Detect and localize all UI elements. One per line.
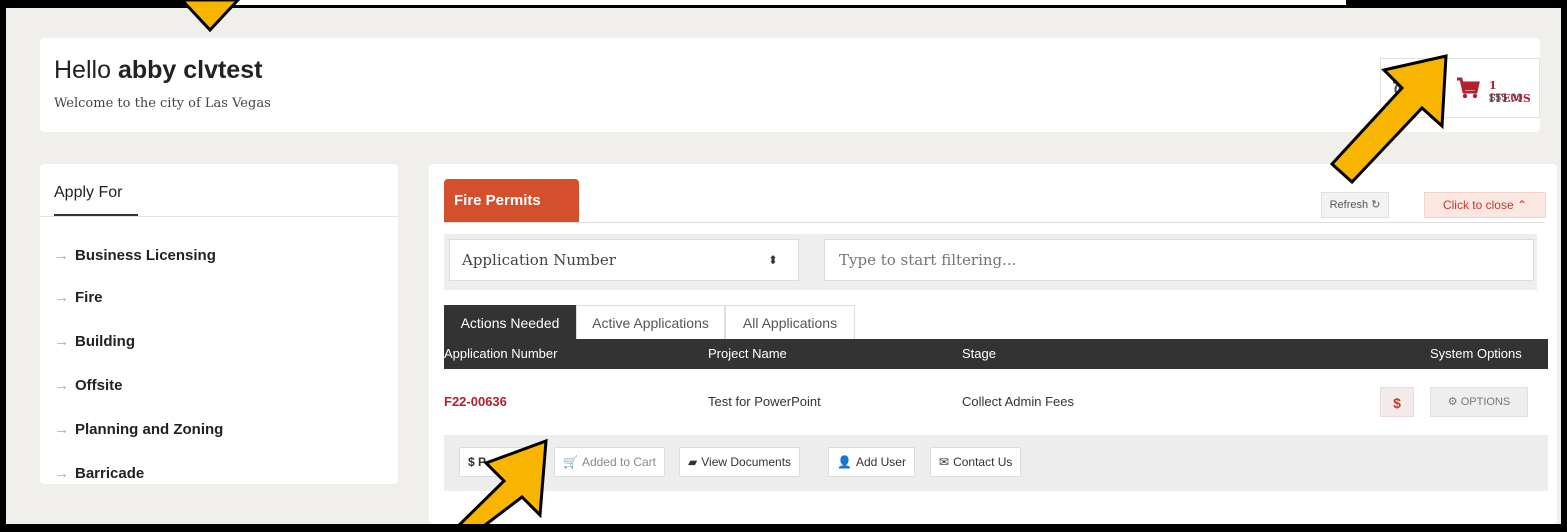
app-frame: Hello abby clvtest Welcome to the city o…: [0, 0, 1567, 532]
panel-divider: [444, 222, 1544, 223]
folder-icon: ▰: [688, 455, 698, 469]
fire-permits-tab[interactable]: Fire Permits: [444, 179, 579, 223]
application-number-link[interactable]: F22-00636: [444, 369, 507, 435]
options-label: OPTIONS: [1460, 396, 1511, 408]
add-user-label: Add User: [855, 455, 906, 469]
pay-fees-button[interactable]: $: [1380, 387, 1414, 417]
column-header-project-name: Project Name: [708, 346, 787, 361]
click-to-close-button[interactable]: Click to close ⌃: [1424, 192, 1546, 218]
tab-active-applications[interactable]: Active Applications: [576, 305, 725, 339]
sidebar-item-business-licensing[interactable]: → Business Licensing: [54, 244, 216, 268]
sidebar-item-planning-and-zoning[interactable]: → Planning and Zoning: [54, 418, 223, 442]
added-to-cart-button[interactable]: 🛒 Added to Cart: [554, 447, 665, 477]
sidebar-divider: [40, 216, 398, 217]
cart-icon: 🛒: [563, 455, 578, 469]
table-row: F22-00636 Test for PowerPoint Collect Ad…: [444, 369, 1548, 435]
envelope-icon: ✉: [939, 455, 950, 469]
stage: Collect Admin Fees: [962, 394, 1074, 409]
sort-caret-icon: ⬍: [767, 253, 778, 267]
refresh-icon: ↻: [1391, 75, 1413, 105]
user-name: abby clvtest: [117, 56, 263, 84]
header-card: Hello abby clvtest Welcome to the city o…: [40, 38, 1540, 132]
view-documents-button[interactable]: ▰ View Documents: [679, 447, 801, 477]
project-name: Test for PowerPoint: [708, 394, 821, 409]
gears-icon: ⚙: [1447, 396, 1458, 408]
table-header: Application Number Project Name Stage Sy…: [444, 339, 1548, 369]
sidebar-item-label: Barricade: [75, 465, 145, 482]
welcome-text: Welcome to the city of Las Vegas: [54, 96, 271, 111]
added-to-cart-label: Added to Cart: [581, 455, 656, 469]
sidebar-item-label: Offsite: [75, 377, 123, 394]
cart-button[interactable]: 1 ITEMS $55.00: [1442, 58, 1540, 118]
top-border-highlight: [218, 0, 1346, 5]
tab-all-applications[interactable]: All Applications: [725, 305, 855, 339]
header-refresh-button[interactable]: ↻: [1380, 58, 1436, 118]
sidebar-item-label: Fire: [75, 289, 103, 306]
right-arrow-icon: →: [54, 247, 69, 264]
sidebar-item-label: Business Licensing: [75, 247, 216, 264]
filter-field-select[interactable]: Application Number ⬍: [449, 239, 799, 281]
user-plus-icon: 👤: [837, 455, 852, 469]
top-border-strip: [0, 0, 1567, 8]
filter-select-value: Application Number: [462, 251, 616, 269]
sidebar-item-label: Planning and Zoning: [75, 421, 224, 438]
sidebar-item-building[interactable]: → Building: [54, 330, 135, 354]
options-button[interactable]: ⚙ OPTIONS: [1430, 387, 1528, 417]
filter-input[interactable]: [824, 239, 1534, 281]
column-header-stage: Stage: [962, 346, 996, 361]
right-arrow-icon: →: [54, 377, 69, 394]
sidebar-item-label: Building: [75, 333, 135, 350]
sidebar-underline: [54, 214, 138, 216]
row-action-bar: $ P 🛒 Added to Cart ▰ View Documents 👤 Add …: [444, 435, 1548, 491]
apply-for-sidebar: Apply For → Business Licensing → Fire → Bui…: [40, 164, 398, 484]
pay-button[interactable]: $ P: [459, 447, 539, 477]
close-label: Click to close: [1442, 198, 1514, 212]
add-user-button[interactable]: 👤 Add User: [828, 447, 915, 477]
refresh-button[interactable]: Refresh ↻: [1321, 192, 1389, 218]
right-arrow-icon: →: [54, 421, 69, 438]
chevron-up-icon: ⌃: [1516, 198, 1528, 212]
sidebar-item-barricade[interactable]: → Barricade: [54, 462, 144, 486]
cart-icon: [1457, 77, 1480, 99]
fire-permits-panel: Fire Permits Refresh ↻ Click to close ⌃ …: [429, 164, 1557, 524]
column-header-system-options: System Options: [1430, 346, 1522, 361]
right-arrow-icon: →: [54, 465, 69, 482]
greeting: Hello abby clvtest: [54, 56, 262, 85]
refresh-label: Refresh: [1329, 199, 1369, 211]
refresh-icon: ↻: [1371, 199, 1381, 211]
greeting-prefix: Hello: [54, 56, 111, 84]
right-arrow-icon: →: [54, 289, 69, 306]
right-arrow-icon: →: [54, 333, 69, 350]
tab-actions-needed[interactable]: Actions Needed: [444, 305, 576, 339]
sidebar-title: Apply For: [54, 184, 123, 201]
contact-us-label: Contact Us: [953, 455, 1013, 469]
cart-total: $55.00: [1489, 92, 1523, 104]
contact-us-button[interactable]: ✉ Contact Us: [930, 447, 1022, 477]
bottom-border-strip: [0, 524, 1567, 532]
sidebar-item-fire[interactable]: → Fire: [54, 286, 103, 310]
column-header-application-number: Application Number: [444, 346, 558, 361]
filter-bar: Application Number ⬍: [444, 234, 1537, 290]
view-documents-label: View Documents: [701, 455, 792, 469]
sidebar-item-offsite[interactable]: → Offsite: [54, 374, 123, 398]
